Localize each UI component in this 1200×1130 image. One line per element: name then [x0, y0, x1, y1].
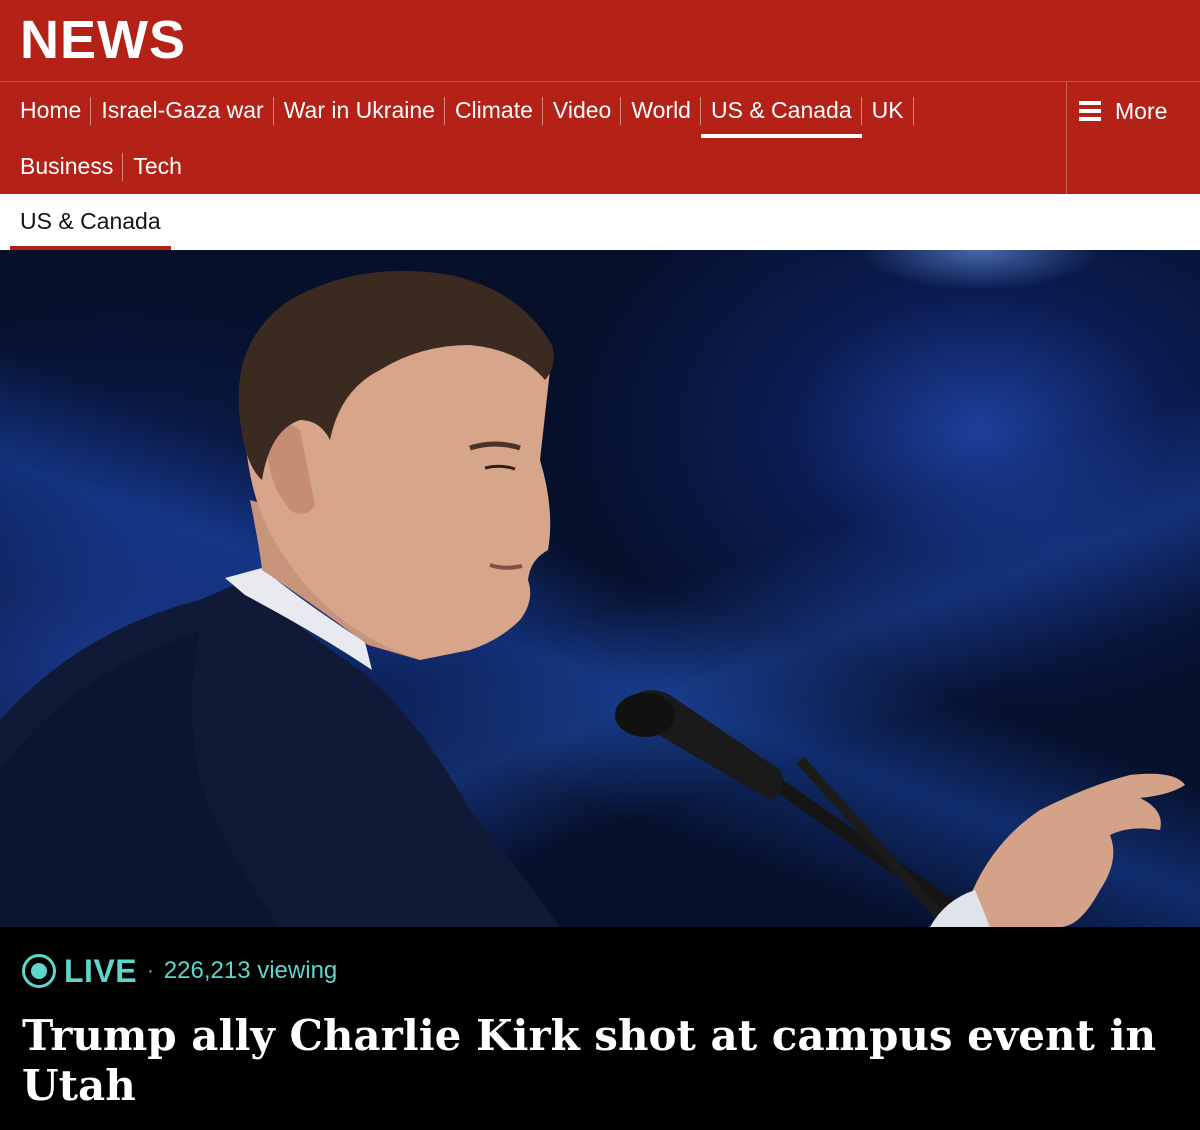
nav-item-tech[interactable]: Tech: [123, 138, 192, 194]
nav-item-business[interactable]: Business: [10, 138, 124, 194]
nav-item-video[interactable]: Video: [543, 82, 622, 138]
masthead: NEWS: [0, 0, 1200, 82]
nav-item-label: Business: [20, 153, 114, 179]
live-separator: ·: [147, 959, 154, 982]
nav-item-label: Climate: [454, 97, 533, 123]
news-logo[interactable]: NEWS: [20, 10, 186, 70]
live-indicator-icon: [22, 954, 56, 988]
nav-row-1: Home Israel-Gaza war War in Ukraine Clim…: [10, 82, 914, 138]
live-status-row: LIVE · 226,213 viewing: [22, 951, 337, 991]
nav-item-world[interactable]: World: [621, 82, 701, 138]
hero-image[interactable]: [0, 250, 1200, 927]
subnav-item-us-canada[interactable]: US & Canada: [10, 194, 171, 250]
subnav-item-label: US & Canada: [20, 208, 161, 234]
live-banner[interactable]: LIVE · 226,213 viewing Trump ally Charli…: [0, 927, 1200, 1130]
nav-item-label: Tech: [133, 153, 182, 179]
article-headline[interactable]: Trump ally Charlie Kirk shot at campus e…: [22, 1011, 1172, 1111]
more-label: More: [1115, 97, 1168, 124]
nav-item-label: UK: [871, 97, 904, 123]
nav-item-israel-gaza-war[interactable]: Israel-Gaza war: [91, 82, 275, 138]
nav-item-uk[interactable]: UK: [862, 82, 914, 138]
secondary-nav: US & Canada: [0, 194, 1200, 250]
nav-item-war-in-ukraine[interactable]: War in Ukraine: [274, 82, 446, 138]
viewer-count: 226,213 viewing: [163, 957, 338, 984]
nav-item-label: World: [631, 97, 691, 123]
nav-item-climate[interactable]: Climate: [445, 82, 543, 138]
more-menu-button[interactable]: More: [1066, 82, 1200, 194]
nav-item-label: Israel-Gaza war: [101, 97, 264, 123]
nav-row-2: Business Tech: [10, 138, 192, 194]
nav-item-label: Video: [552, 97, 612, 123]
nav-item-home[interactable]: Home: [10, 82, 92, 138]
active-underline: [700, 134, 862, 138]
nav-item-label: US & Canada: [710, 97, 852, 123]
primary-nav: Home Israel-Gaza war War in Ukraine Clim…: [0, 82, 1200, 194]
hero-photo: [0, 270, 1185, 927]
nav-item-us-canada[interactable]: US & Canada: [700, 82, 862, 138]
nav-item-label: War in Ukraine: [283, 97, 435, 123]
nav-item-label: Home: [20, 97, 82, 123]
live-label: LIVE: [64, 952, 138, 989]
hamburger-menu-icon: [1079, 101, 1101, 121]
